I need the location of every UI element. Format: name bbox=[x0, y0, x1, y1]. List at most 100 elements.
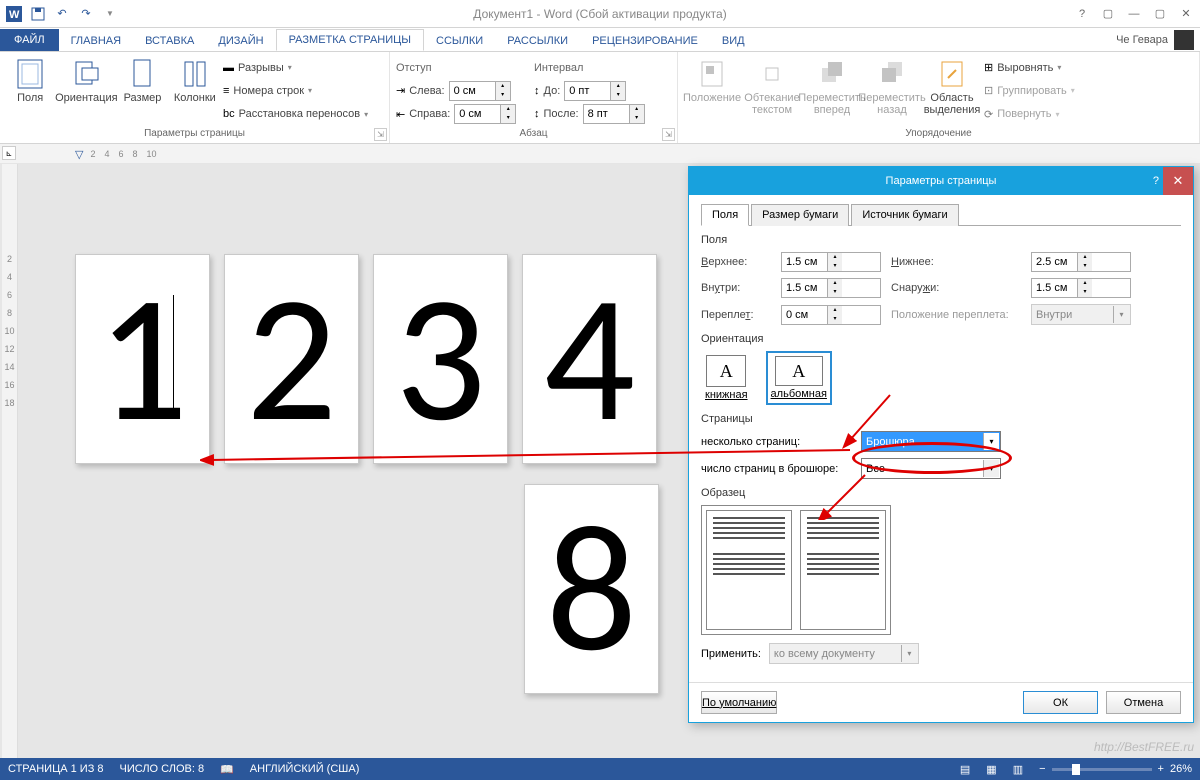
breaks-button[interactable]: ▬Разрывы▾ bbox=[223, 57, 383, 79]
orientation-portrait[interactable]: Aкнижная bbox=[701, 351, 752, 405]
rotate-button[interactable]: ⟳Повернуть▾ bbox=[984, 103, 1094, 125]
default-button[interactable]: По умолчанию bbox=[701, 691, 777, 714]
pages-row: 1 2 3 4 bbox=[75, 254, 657, 464]
horizontal-ruler[interactable]: ▽ 2 4 6 8 10 bbox=[75, 146, 165, 162]
text-cursor bbox=[173, 295, 174, 415]
help-icon[interactable]: ? bbox=[1070, 5, 1094, 23]
position-button[interactable]: Положение bbox=[684, 56, 740, 126]
tab-mailings[interactable]: РАССЫЛКИ bbox=[495, 31, 580, 51]
page-setup-launcher[interactable]: ⇲ bbox=[374, 128, 387, 141]
spacing-before-input[interactable]: ▴▾ bbox=[564, 81, 626, 101]
inside-margin-input[interactable]: ▴▾ bbox=[781, 278, 881, 298]
tab-home[interactable]: ГЛАВНАЯ bbox=[59, 31, 133, 51]
breaks-icon: ▬ bbox=[223, 62, 234, 74]
gutter-input[interactable]: ▴▾ bbox=[781, 305, 881, 325]
group-page-setup: Поля Ориентация Размер Колонки ▬Разрывы▾… bbox=[0, 52, 390, 143]
paragraph-launcher[interactable]: ⇲ bbox=[662, 128, 675, 141]
size-button[interactable]: Размер bbox=[118, 56, 166, 126]
zoom-control[interactable]: − + 26% bbox=[1039, 763, 1192, 775]
orientation-button[interactable]: Ориентация bbox=[58, 56, 114, 126]
ruler-corner[interactable]: ⊾ bbox=[2, 146, 16, 160]
statusbar: СТРАНИЦА 1 ИЗ 8 ЧИСЛО СЛОВ: 8 📖 АНГЛИЙСК… bbox=[0, 758, 1200, 780]
preview-box bbox=[701, 505, 891, 635]
send-backward-button[interactable]: Переместить назад bbox=[864, 56, 920, 126]
vertical-ruler[interactable]: 2 4 6 8 10 12 14 16 18 bbox=[2, 164, 18, 758]
ribbon: Поля Ориентация Размер Колонки ▬Разрывы▾… bbox=[0, 52, 1200, 144]
group-arrange: Положение Обтекание текстом Переместить … bbox=[678, 52, 1200, 143]
wrap-text-button[interactable]: Обтекание текстом bbox=[744, 56, 800, 126]
group-label: Параметры страницы bbox=[6, 126, 383, 141]
bottom-margin-label: Нижнее: bbox=[891, 256, 1021, 268]
save-icon[interactable] bbox=[28, 4, 48, 24]
status-word-count[interactable]: ЧИСЛО СЛОВ: 8 bbox=[120, 763, 205, 775]
redo-icon[interactable]: ↷ bbox=[76, 4, 96, 24]
line-numbers-icon: ≡ bbox=[223, 85, 229, 97]
bottom-margin-input[interactable]: ▴▾ bbox=[1031, 252, 1131, 272]
qat-dropdown-icon[interactable]: ▼ bbox=[100, 4, 120, 24]
indent-left-input[interactable]: ▴▾ bbox=[449, 81, 511, 101]
page-3[interactable]: 3 bbox=[373, 254, 508, 464]
tab-design[interactable]: ДИЗАЙН bbox=[206, 31, 275, 51]
status-proofing-icon[interactable]: 📖 bbox=[220, 763, 234, 776]
view-print-layout-icon[interactable]: ▦ bbox=[986, 763, 996, 776]
undo-icon[interactable]: ↶ bbox=[52, 4, 72, 24]
bring-forward-button[interactable]: Переместить вперед bbox=[804, 56, 860, 126]
line-numbers-button[interactable]: ≡Номера строк▾ bbox=[223, 80, 383, 102]
multi-pages-combo[interactable]: Брошюра▾ bbox=[861, 431, 1001, 452]
page-1[interactable]: 1 bbox=[75, 254, 210, 464]
group-icon: ⊡ bbox=[984, 84, 993, 97]
cancel-button[interactable]: Отмена bbox=[1106, 691, 1181, 714]
status-language[interactable]: АНГЛИЙСКИЙ (США) bbox=[250, 763, 360, 775]
group-label: Упорядочение bbox=[684, 126, 1193, 141]
zoom-slider[interactable] bbox=[1052, 768, 1152, 771]
align-button[interactable]: ⊞Выровнять▾ bbox=[984, 57, 1094, 79]
dialog-tab-source[interactable]: Источник бумаги bbox=[851, 204, 958, 226]
tab-view[interactable]: ВИД bbox=[710, 31, 757, 51]
tab-review[interactable]: РЕЦЕНЗИРОВАНИЕ bbox=[580, 31, 710, 51]
orientation-landscape[interactable]: Aальбомная bbox=[766, 351, 832, 405]
view-web-layout-icon[interactable]: ▥ bbox=[1013, 763, 1023, 776]
page-2[interactable]: 2 bbox=[224, 254, 359, 464]
margins-button[interactable]: Поля bbox=[6, 56, 54, 126]
page-setup-dialog: Параметры страницы ? ✕ Поля Размер бумаг… bbox=[688, 166, 1194, 723]
apply-to-combo[interactable]: ко всему документу▾ bbox=[769, 643, 919, 664]
page-8-wrap: 8 bbox=[524, 484, 659, 694]
dialog-help-icon[interactable]: ? bbox=[1153, 175, 1159, 187]
zoom-in-icon[interactable]: + bbox=[1158, 763, 1164, 775]
margins-section-title: Поля bbox=[701, 234, 1181, 246]
minimize-icon[interactable]: — bbox=[1122, 5, 1146, 23]
rotate-icon: ⟳ bbox=[984, 108, 993, 121]
tab-insert[interactable]: ВСТАВКА bbox=[133, 31, 206, 51]
top-margin-input[interactable]: ▴▾ bbox=[781, 252, 881, 272]
close-icon[interactable]: ✕ bbox=[1174, 5, 1198, 23]
user-account[interactable]: Че Гевара bbox=[1116, 30, 1194, 50]
dialog-tab-margins[interactable]: Поля bbox=[701, 204, 749, 226]
zoom-out-icon[interactable]: − bbox=[1039, 763, 1045, 775]
dialog-tab-paper[interactable]: Размер бумаги bbox=[751, 204, 849, 226]
selection-pane-button[interactable]: Область выделения bbox=[924, 56, 980, 126]
page-4[interactable]: 4 bbox=[522, 254, 657, 464]
ribbon-options-icon[interactable]: ▢ bbox=[1096, 5, 1120, 23]
ok-button[interactable]: ОК bbox=[1023, 691, 1098, 714]
outside-margin-input[interactable]: ▴▾ bbox=[1031, 278, 1131, 298]
tab-file[interactable]: ФАЙЛ bbox=[0, 29, 59, 51]
columns-button[interactable]: Колонки bbox=[171, 56, 219, 126]
view-read-mode-icon[interactable]: ▤ bbox=[960, 763, 970, 776]
zoom-level[interactable]: 26% bbox=[1170, 763, 1192, 775]
top-margin-label: Верхнее: bbox=[701, 256, 771, 268]
spacing-after-input[interactable]: ▴▾ bbox=[583, 104, 645, 124]
apply-to-label: Применить: bbox=[701, 648, 761, 660]
indent-left-icon: ⇥ bbox=[396, 84, 405, 97]
tab-page-layout[interactable]: РАЗМЕТКА СТРАНИЦЫ bbox=[276, 29, 424, 51]
status-page[interactable]: СТРАНИЦА 1 ИЗ 8 bbox=[8, 763, 104, 775]
indent-right-input[interactable]: ▴▾ bbox=[454, 104, 516, 124]
booklet-sheets-combo[interactable]: Все▾ bbox=[861, 458, 1001, 479]
tab-references[interactable]: ССЫЛКИ bbox=[424, 31, 495, 51]
hyphenation-button[interactable]: bсРасстановка переносов▾ bbox=[223, 103, 383, 125]
maximize-icon[interactable]: ▢ bbox=[1148, 5, 1172, 23]
window-controls: ? ▢ — ▢ ✕ bbox=[1070, 5, 1198, 23]
page-8[interactable]: 8 bbox=[524, 484, 659, 694]
group-button[interactable]: ⊡Группировать▾ bbox=[984, 80, 1094, 102]
dialog-close-icon[interactable]: ✕ bbox=[1163, 167, 1193, 195]
dialog-titlebar[interactable]: Параметры страницы ? ✕ bbox=[689, 167, 1193, 195]
